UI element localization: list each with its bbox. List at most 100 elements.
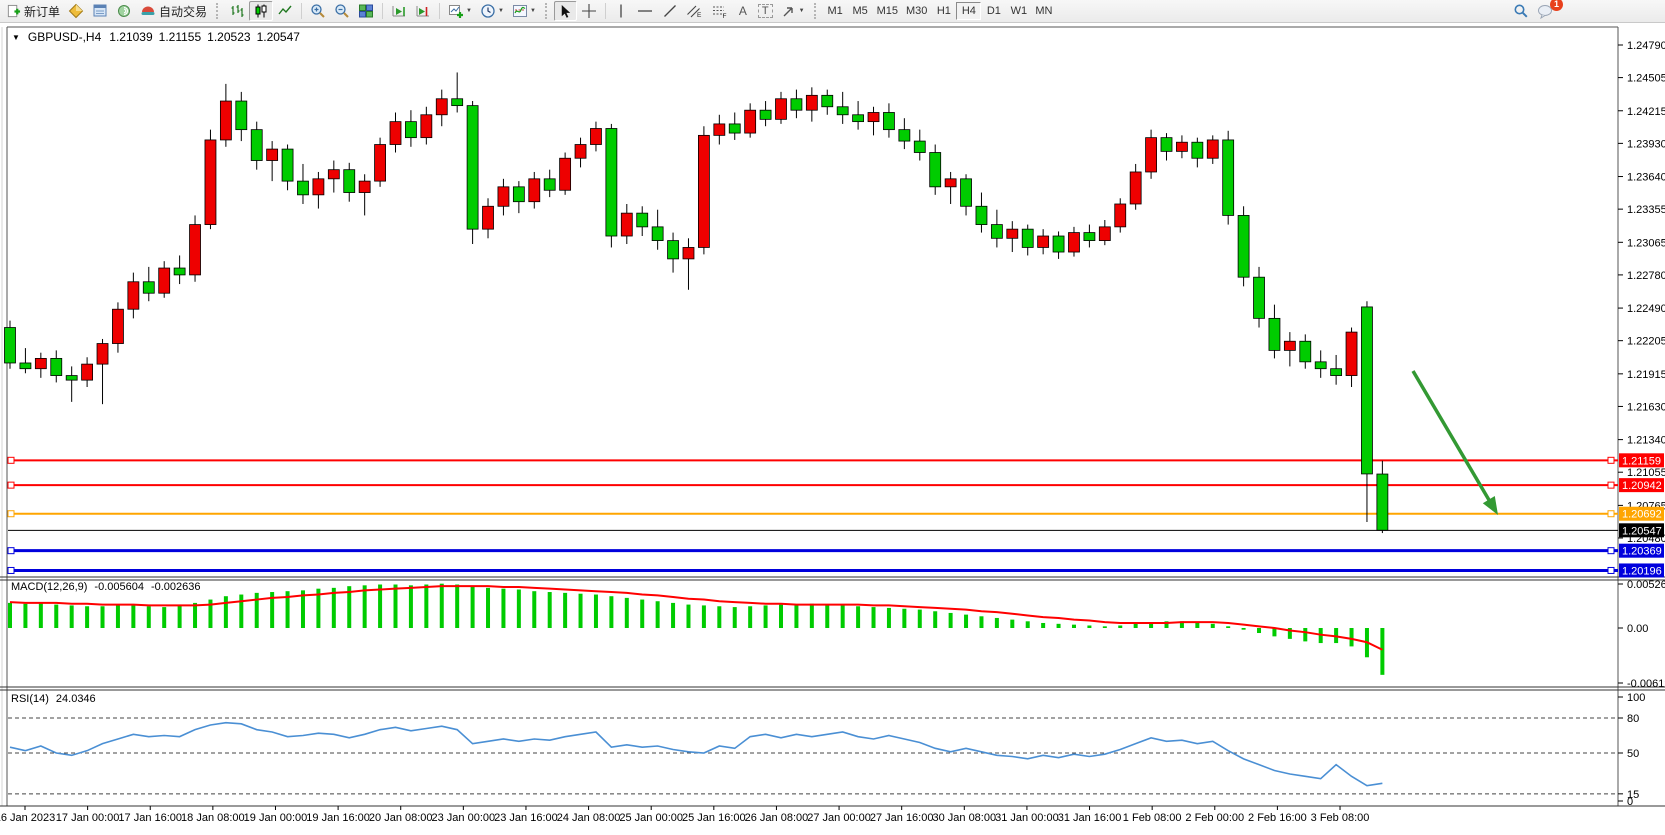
chart-shift-button[interactable]: [411, 1, 435, 21]
candle: [1053, 231, 1064, 258]
line-chart-button[interactable]: [273, 1, 297, 21]
market-watch-button[interactable]: [64, 1, 88, 21]
candle-body: [405, 122, 416, 138]
rsi-line: [10, 723, 1382, 786]
search-button[interactable]: [1509, 1, 1533, 21]
macd-histogram-bar: [979, 616, 983, 628]
cursor-tool-button[interactable]: [554, 1, 577, 21]
timeframe-m15[interactable]: M15: [873, 2, 902, 20]
candle-body: [729, 124, 740, 133]
timeframe-d1[interactable]: D1: [981, 2, 1006, 20]
channel-tool-button[interactable]: E: [682, 1, 707, 21]
toolbar: 新订单 自动交易 ▼ ▼: [0, 0, 1665, 23]
hline-handle[interactable]: [8, 482, 14, 488]
hline-handle[interactable]: [1608, 457, 1614, 463]
hline-handle[interactable]: [1608, 482, 1614, 488]
macd-histogram-bar: [995, 618, 999, 628]
hline-handle[interactable]: [8, 548, 14, 554]
timeframe-m5[interactable]: M5: [848, 2, 873, 20]
bar-chart-button[interactable]: [225, 1, 249, 21]
macd-histogram-bar: [1257, 628, 1261, 633]
timeframe-h4[interactable]: H4: [956, 2, 981, 20]
hline-handle[interactable]: [1608, 511, 1614, 517]
text-label-tool-button[interactable]: T: [754, 1, 777, 21]
candle: [791, 90, 802, 119]
toolbar-grip: [545, 3, 549, 19]
auto-trading-button[interactable]: 自动交易: [136, 1, 211, 21]
price-tick-label: 1.21915: [1627, 369, 1665, 381]
new-order-button[interactable]: 新订单: [2, 1, 64, 21]
tile-windows-button[interactable]: [354, 1, 378, 21]
macd-histogram-bar: [131, 605, 135, 628]
zoom-out-button[interactable]: [330, 1, 354, 21]
hline-handle[interactable]: [8, 567, 14, 573]
rsi-tick-label: 0: [1627, 796, 1633, 808]
candle: [297, 164, 308, 204]
timeframe-h1[interactable]: H1: [931, 2, 956, 20]
toolbar-separator: [382, 3, 383, 19]
vertical-line-tool-button[interactable]: [610, 1, 632, 21]
timeframe-w1[interactable]: W1: [1006, 2, 1031, 20]
macd-histogram-bar: [856, 606, 860, 628]
timeframe-mn[interactable]: MN: [1031, 2, 1056, 20]
candle-body: [297, 181, 308, 195]
text-label-icon: T: [758, 4, 773, 18]
horizontal-line-tool-button[interactable]: [632, 1, 658, 21]
candle: [1207, 135, 1218, 164]
indicators-icon: [512, 3, 528, 19]
arrows-tool-button[interactable]: ▼: [777, 1, 809, 21]
candle: [1099, 220, 1110, 245]
trendline-tool-button[interactable]: [658, 1, 682, 21]
navigator-button[interactable]: [112, 1, 136, 21]
candle-body: [1099, 227, 1110, 241]
timeframe-m30[interactable]: M30: [902, 2, 931, 20]
candle: [991, 210, 1002, 248]
arrow-object[interactable]: [1413, 371, 1498, 515]
time-tick-label: 18 Jan 08:00: [181, 812, 245, 824]
chart-canvas[interactable]: 1.247901.245051.242151.239301.236401.233…: [0, 23, 1665, 835]
new-chart-button[interactable]: ▼: [444, 1, 476, 21]
fibonacci-tool-button[interactable]: F: [707, 1, 732, 21]
candle: [1115, 198, 1126, 232]
time-axis[interactable]: 16 Jan 202317 Jan 00:0017 Jan 16:0018 Ja…: [0, 806, 1369, 824]
candle: [97, 339, 108, 404]
chart-menu-icon[interactable]: ▼: [12, 33, 20, 42]
high-value: 1.21155: [159, 30, 202, 44]
macd-histogram-bar: [902, 609, 906, 628]
crosshair-tool-button[interactable]: [577, 1, 601, 21]
channel-tag: E: [697, 12, 702, 19]
candle-body: [1176, 142, 1187, 151]
macd-histogram-bar: [501, 589, 505, 628]
price-tick-label: 1.21630: [1627, 401, 1665, 413]
hline-handle[interactable]: [1608, 567, 1614, 573]
candle-body: [1146, 138, 1157, 172]
toolbar-separator: [439, 3, 440, 19]
candle-body: [961, 179, 972, 206]
text-tool-button[interactable]: A: [732, 1, 754, 21]
periods-button[interactable]: ▼: [476, 1, 508, 21]
timeframe-m1[interactable]: M1: [823, 2, 848, 20]
candle: [529, 172, 540, 209]
indicators-button[interactable]: ▼: [508, 1, 540, 21]
candle-body: [529, 179, 540, 202]
macd-signal-line: [10, 586, 1382, 650]
data-window-button[interactable]: [88, 1, 112, 21]
macd-histogram-bar: [686, 605, 690, 628]
candle-body: [513, 187, 524, 202]
candle: [1192, 138, 1203, 168]
auto-scroll-button[interactable]: [387, 1, 411, 21]
candlestick-chart-button[interactable]: [249, 1, 273, 21]
hline-handle[interactable]: [1608, 548, 1614, 554]
notifications-button[interactable]: 1: [1533, 1, 1558, 21]
price-tick-label: 1.23930: [1627, 138, 1665, 150]
hline-handle[interactable]: [8, 457, 14, 463]
candle-body: [853, 115, 864, 122]
price-axis[interactable]: 1.247901.245051.242151.239301.236401.233…: [1618, 27, 1665, 808]
cursor-icon: [558, 4, 573, 19]
macd-histogram-bar: [1103, 626, 1107, 628]
candle-body: [652, 227, 663, 241]
zoom-in-button[interactable]: [306, 1, 330, 21]
hline-handle[interactable]: [8, 511, 14, 517]
trendline-icon: [662, 3, 678, 19]
candle: [143, 267, 154, 301]
